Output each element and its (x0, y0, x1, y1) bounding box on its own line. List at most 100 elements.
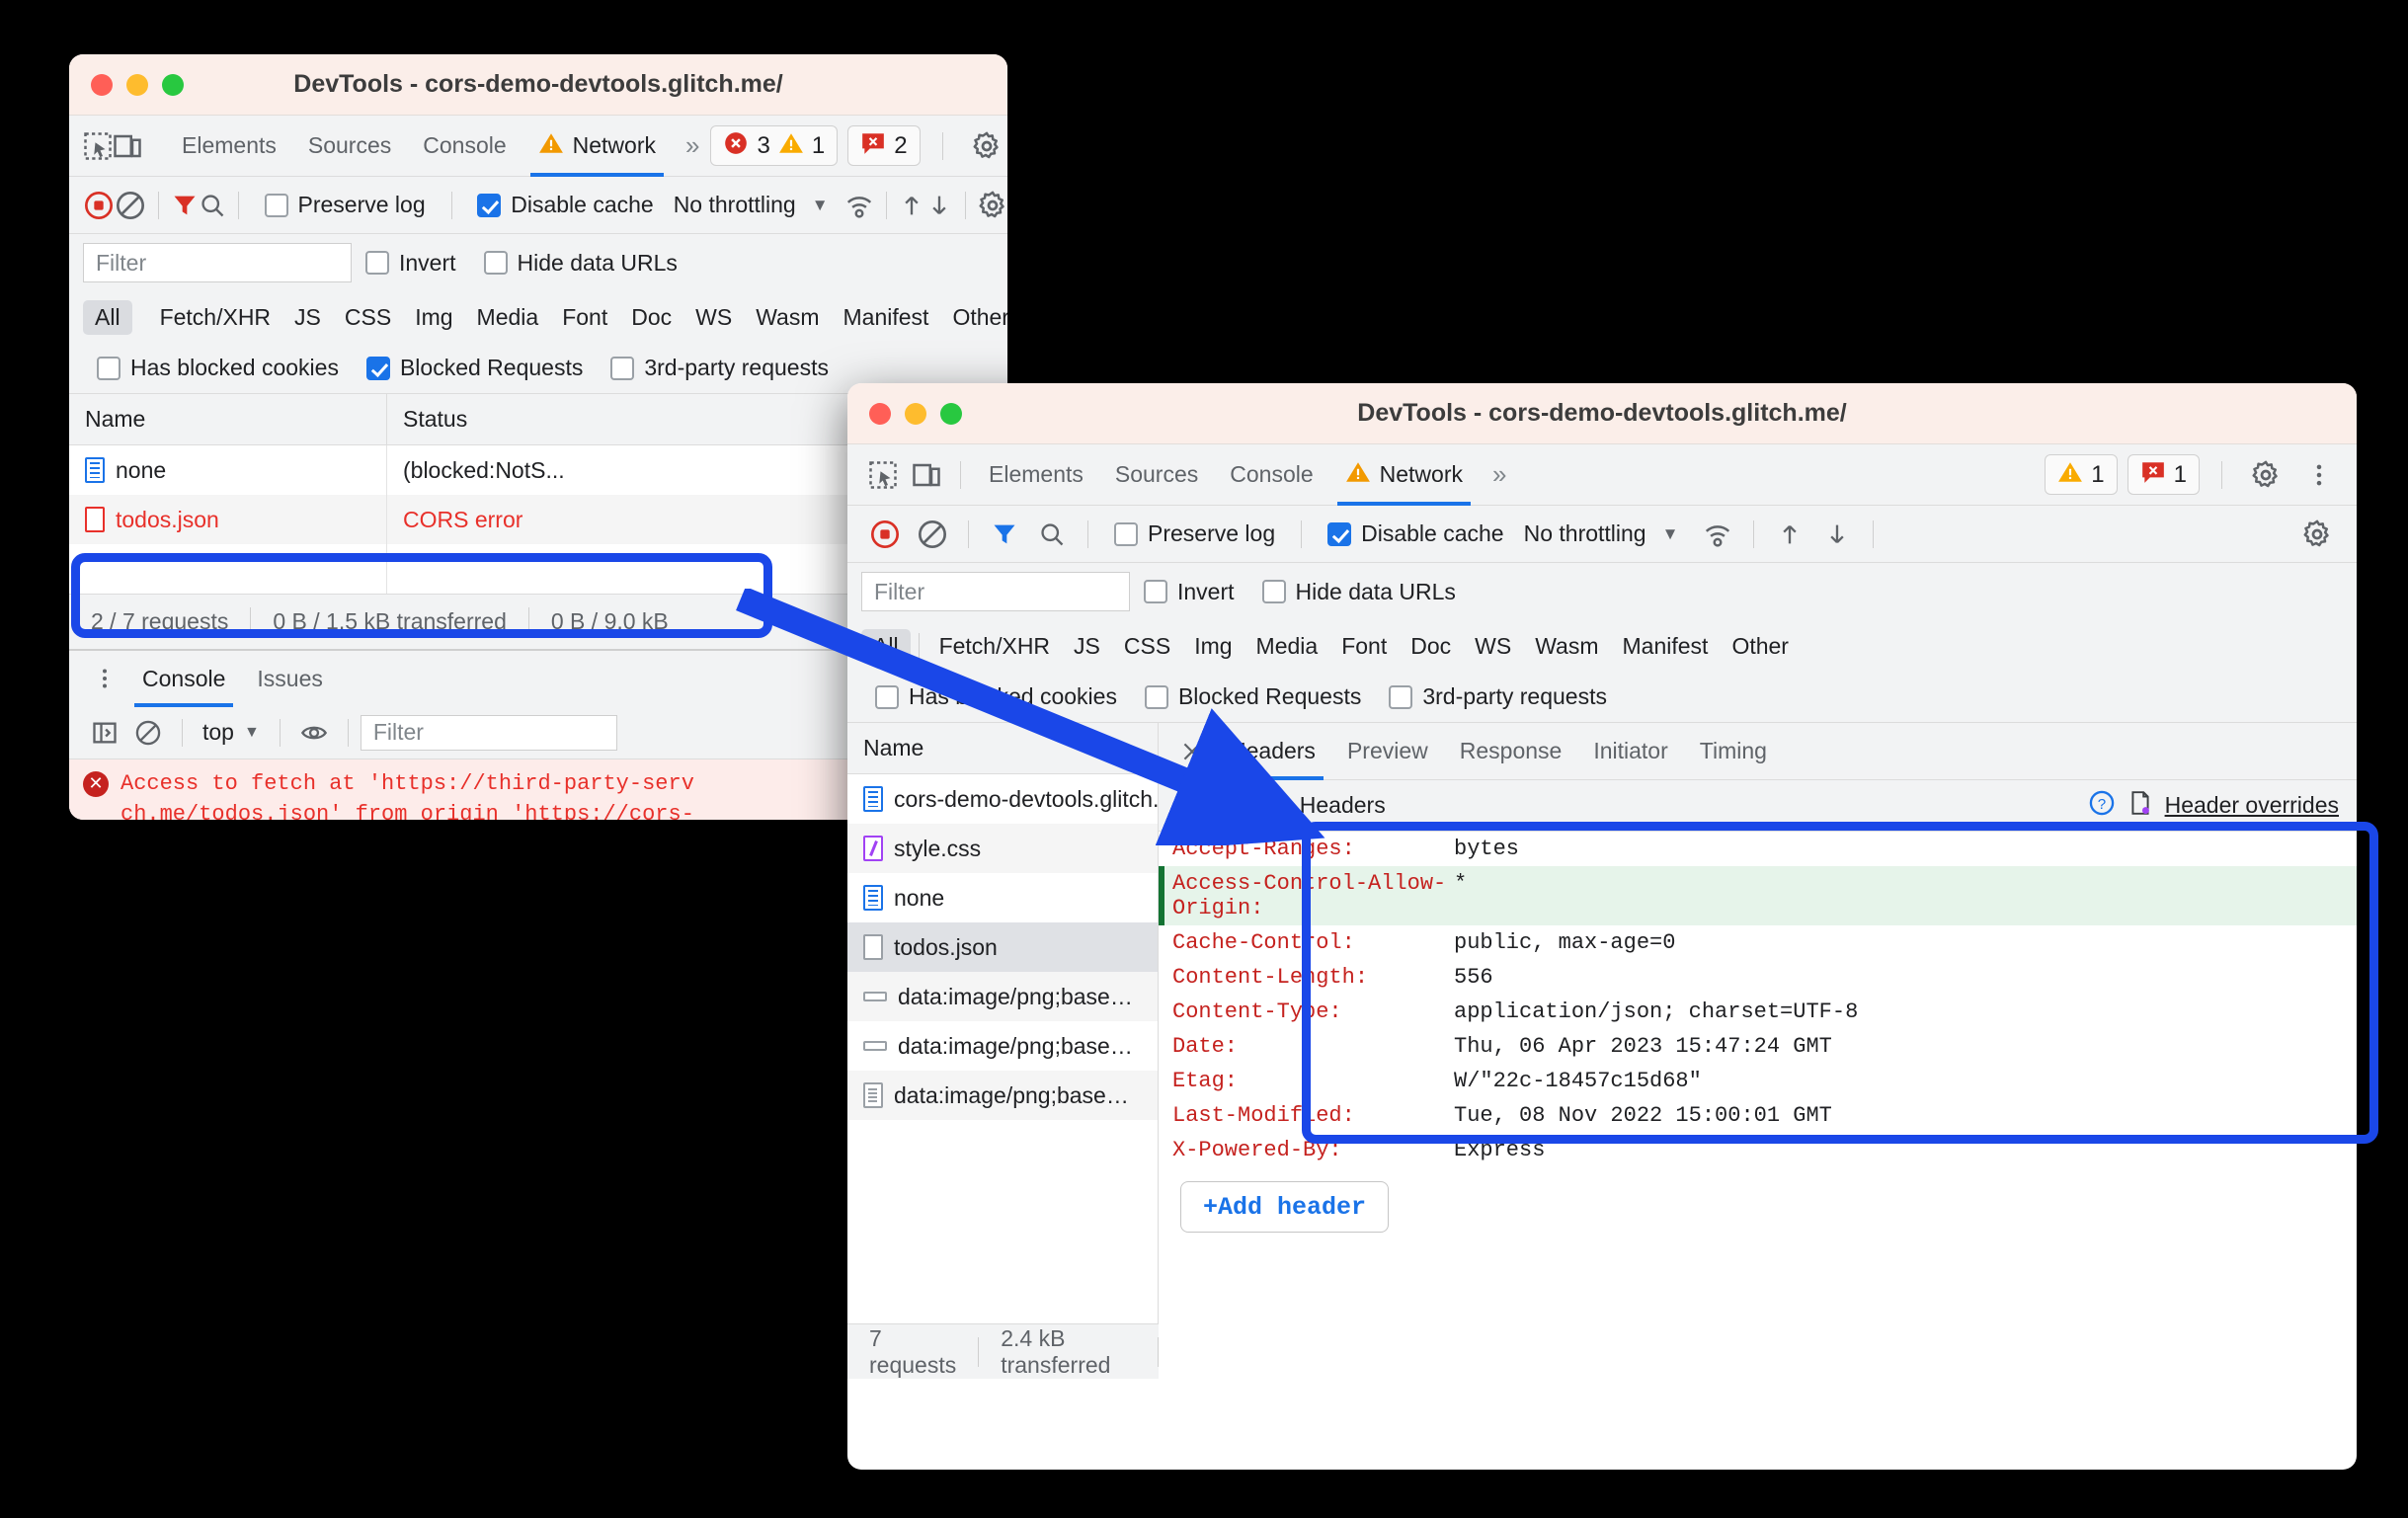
type-filter-ws[interactable]: WS (683, 300, 744, 335)
detail-tabbar[interactable]: Headers Preview Response Initiator Timin… (1159, 723, 2357, 780)
search-icon[interactable] (199, 184, 226, 227)
filter-input[interactable]: Filter (83, 243, 352, 282)
funnel-icon[interactable] (171, 184, 199, 227)
close-window-button[interactable] (91, 73, 113, 96)
third-party-requests-checkbox[interactable]: 3rd-party requests (597, 355, 843, 381)
type-filter-wasm[interactable]: Wasm (744, 300, 831, 335)
device-toolbar-icon[interactable] (905, 453, 948, 497)
chevron-down-icon[interactable]: ▼ (796, 196, 844, 215)
disable-cache-box[interactable] (477, 193, 502, 217)
preserve-log-checkbox[interactable]: Preserve log (1100, 520, 1289, 547)
row-name-cell[interactable]: data:image/png;base… (847, 1021, 1133, 1071)
console-counters[interactable]: 3 1 (710, 125, 839, 166)
third-party-requests-box[interactable] (1389, 684, 1413, 709)
header-row[interactable]: Etag: W/"22c-18457c15d68" (1159, 1064, 2357, 1098)
header-overrides-link[interactable]: Header overrides (2165, 792, 2339, 819)
hide-data-urls-box[interactable] (483, 251, 508, 275)
tab-network[interactable]: Network (1329, 444, 1479, 506)
detail-tab-initiator[interactable]: Initiator (1577, 723, 1683, 780)
close-window-button[interactable] (869, 402, 891, 425)
list-item[interactable]: data:image/png;base… (847, 1021, 1158, 1071)
header-row[interactable]: Content-Length: 556 (1159, 960, 2357, 995)
window2-panel-tabbar[interactable]: Elements Sources Console Network » 1 1 (847, 444, 2357, 506)
has-blocked-cookies-checkbox[interactable]: Has blocked cookies (861, 683, 1131, 710)
header-row[interactable]: X-Powered-By: Express (1159, 1133, 2357, 1167)
console-counters[interactable]: 1 (2045, 454, 2118, 495)
clear-icon[interactable] (909, 513, 956, 556)
type-filter-other[interactable]: Other (1720, 629, 1801, 664)
tab-elements[interactable]: Elements (973, 444, 1099, 506)
response-headers-list[interactable]: Accept-Ranges: bytes Access-Control-Allo… (1159, 832, 2357, 1233)
list-item[interactable]: data:image/png;base… (847, 972, 1158, 1021)
triangle-down-icon[interactable]: ▼ (1170, 796, 1187, 816)
issues-counter[interactable]: 2 (847, 125, 921, 166)
header-row[interactable]: Content-Type: application/json; charset=… (1159, 995, 2357, 1029)
row-name-cell[interactable]: data:image/png;base… (847, 972, 1133, 1021)
javascript-context-select[interactable]: top ▼ (195, 719, 268, 746)
preserve-log-box[interactable] (1114, 521, 1138, 546)
type-filter-font[interactable]: Font (550, 300, 619, 335)
third-party-requests-box[interactable] (610, 356, 635, 380)
inspect-element-icon[interactable] (83, 124, 113, 168)
live-expression-eye-icon[interactable] (292, 711, 336, 755)
type-filter-media[interactable]: Media (465, 300, 551, 335)
tab-console[interactable]: Console (1214, 444, 1328, 506)
maximize-window-button[interactable] (940, 402, 962, 425)
list-item[interactable]: data:image/png;base… (847, 1071, 1158, 1120)
file-override-icon[interactable] (2127, 789, 2153, 823)
invert-checkbox[interactable]: Invert (1130, 579, 1248, 605)
throttling-select[interactable]: No throttling (668, 192, 796, 218)
disable-cache-box[interactable] (1327, 521, 1352, 546)
type-filter-css[interactable]: CSS (333, 300, 403, 335)
throttling-select[interactable]: No throttling (1518, 520, 1646, 547)
blocked-requests-box[interactable] (1144, 684, 1168, 709)
column-header-name[interactable]: Name (847, 723, 1158, 774)
type-filter-media[interactable]: Media (1244, 629, 1330, 664)
window1-resource-type-row[interactable]: All Fetch/XHR JS CSS Img Media Font Doc … (69, 291, 1007, 343)
clear-icon[interactable] (115, 184, 146, 227)
tab-network[interactable]: Network (522, 116, 672, 177)
inspect-element-icon[interactable] (861, 453, 905, 497)
filter-input[interactable]: Filter (861, 572, 1130, 611)
window2-request-list-pane[interactable]: Name cors-demo-devtools.glitch.me style.… (847, 723, 1159, 1323)
disable-cache-checkbox[interactable]: Disable cache (463, 192, 667, 218)
search-icon[interactable] (1028, 513, 1076, 556)
maximize-window-button[interactable] (162, 73, 184, 96)
import-har-icon[interactable] (898, 184, 925, 227)
export-har-icon[interactable] (925, 184, 953, 227)
drawer-tab-console[interactable]: Console (126, 650, 241, 707)
type-filter-fetchxhr[interactable]: Fetch/XHR (148, 300, 282, 335)
drawer-tab-issues[interactable]: Issues (241, 650, 338, 707)
preserve-log-checkbox[interactable]: Preserve log (251, 192, 440, 218)
window1-panel-tabbar[interactable]: Elements Sources Console Network » 3 1 2 (69, 116, 1007, 177)
type-filter-css[interactable]: CSS (1112, 629, 1182, 664)
window1-traffic-lights[interactable] (69, 73, 184, 96)
gear-icon[interactable] (965, 124, 1007, 168)
network-settings-gear-icon[interactable] (978, 184, 1007, 227)
type-filter-manifest[interactable]: Manifest (832, 300, 941, 335)
window2-network-split[interactable]: Name cors-demo-devtools.glitch.me style.… (847, 723, 2357, 1323)
invert-checkbox[interactable]: Invert (352, 250, 470, 277)
row-name-cell[interactable]: style.css (847, 824, 981, 873)
list-item[interactable]: todos.json (847, 922, 1158, 972)
detail-tab-timing[interactable]: Timing (1684, 723, 1783, 780)
more-tabs-icon[interactable]: » (1479, 459, 1517, 490)
type-filter-js[interactable]: JS (282, 300, 333, 335)
more-options-icon[interactable] (2297, 453, 2341, 497)
tab-sources[interactable]: Sources (1099, 444, 1214, 506)
hide-data-urls-box[interactable] (1261, 580, 1286, 603)
window2-table-header[interactable]: Name (847, 723, 1158, 774)
export-har-icon[interactable] (1813, 513, 1861, 556)
window2-detail-pane[interactable]: Headers Preview Response Initiator Timin… (1159, 723, 2357, 1323)
header-row[interactable]: Accept-Ranges: bytes (1159, 832, 2357, 866)
type-filter-manifest[interactable]: Manifest (1611, 629, 1721, 664)
row-name-cell[interactable]: none (69, 445, 387, 495)
hide-data-urls-checkbox[interactable]: Hide data URLs (470, 250, 691, 277)
add-header-button[interactable]: +Add header (1180, 1181, 1390, 1233)
gear-icon[interactable] (2244, 453, 2288, 497)
type-filter-img[interactable]: Img (403, 300, 464, 335)
has-blocked-cookies-box[interactable] (97, 356, 120, 380)
tab-console[interactable]: Console (407, 116, 522, 177)
type-filter-img[interactable]: Img (1182, 629, 1244, 664)
response-headers-section-title[interactable]: ▼ Response Headers ? Header overrides (1159, 780, 2357, 832)
